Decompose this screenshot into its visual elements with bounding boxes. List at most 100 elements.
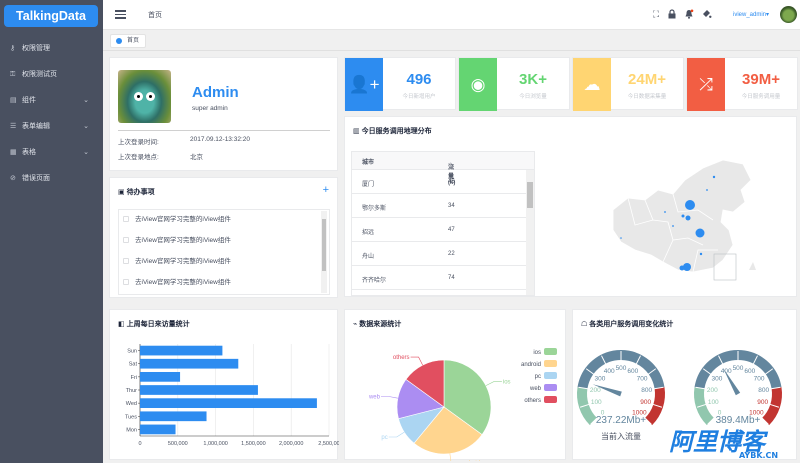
gauge-tick-label: 200 xyxy=(707,387,718,394)
todo-title: ▣ 待办事项 xyxy=(118,189,155,196)
watermark-logo: 阿里博客 AYBK.CN xyxy=(669,428,778,460)
y-tick-label: Tues xyxy=(125,414,137,420)
gauge-tick-label: 700 xyxy=(637,376,648,383)
sidebar-item-0[interactable]: ⚷ 权限管理 xyxy=(0,36,103,62)
user-add-icon: 👤+ xyxy=(345,58,383,111)
data-source-card: ⌁数据来源统计 iosandroidpcwebothersiosandroidp… xyxy=(344,309,567,461)
legend-swatch xyxy=(544,360,557,367)
slice-label: web xyxy=(368,395,381,401)
slice-label-line xyxy=(380,396,398,399)
column-city[interactable]: 城市 xyxy=(362,157,374,166)
stat-label: 今日服务调用量 xyxy=(741,94,781,100)
weekly-visits-bar-chart[interactable]: 0 500,000 1,000,000 1,500,000 2,000,000 2,500… xyxy=(110,310,339,461)
y-tick-label: Fri xyxy=(131,375,137,381)
todo-checkbox[interactable] xyxy=(123,258,129,264)
flow-cell: 45 xyxy=(448,179,455,185)
todo-item[interactable]: 去iView官网学习完整的iView组件 xyxy=(123,215,231,225)
chevron-down-icon: ▾ xyxy=(766,12,770,18)
todo-card: ▣ 待办事项 + 去iView官网学习完整的iView组件 去iView官网学习完整… xyxy=(109,177,338,298)
username-dropdown[interactable]: iview_admin▾ xyxy=(733,11,769,18)
sidebar-item-3[interactable]: ☰ 表单编辑 ⌄ xyxy=(0,114,103,140)
avatar[interactable] xyxy=(780,6,797,23)
sidebar-item-4[interactable]: ▦ 表格 ⌄ xyxy=(0,140,103,166)
todo-item[interactable]: 去iView官网学习完整的iView组件 xyxy=(123,257,231,267)
slice-label-line xyxy=(449,453,452,461)
city-flow-table: 城市 流量(k) ⇕ 厦门 45 鄂尔多斯 34 招远 47 舟山 22 齐齐哈尔 74 xyxy=(351,151,535,296)
bar-Sat xyxy=(140,358,239,369)
todo-scrollbar[interactable] xyxy=(321,211,327,293)
table-row[interactable]: 舟山 22 xyxy=(352,242,527,266)
legend-label: ios xyxy=(533,350,541,356)
city-cell: 齐齐哈尔 xyxy=(362,278,387,284)
x-tick-label: 2,500,00 xyxy=(318,441,339,447)
table-row[interactable]: 鄂尔多斯 34 xyxy=(352,194,527,218)
x-tick-label: 1,000,000 xyxy=(203,441,227,447)
sidebar-item-1[interactable]: ⚿ 权限测试页 xyxy=(0,62,103,88)
shuffle-icon: ⤮ xyxy=(687,58,725,111)
gauge-tick-label: 900 xyxy=(640,399,651,406)
data-source-pie-chart[interactable]: iosandroidpcwebothersiosandroidpcwebothe… xyxy=(345,310,567,461)
active-dot-icon xyxy=(116,38,122,44)
legend-label: pc xyxy=(535,374,541,380)
legend-swatch xyxy=(544,384,557,391)
tab-home[interactable]: 首页 xyxy=(110,34,147,48)
todo-checkbox[interactable] xyxy=(123,279,129,285)
fullscreen-icon[interactable]: ⛶ xyxy=(651,9,661,19)
x-tick-label: 500,000 xyxy=(168,441,188,447)
table-scrollbar[interactable] xyxy=(526,170,534,295)
china-map[interactable] xyxy=(573,150,773,290)
notification-bell-icon[interactable] xyxy=(684,9,694,19)
gauge-tick-label: 300 xyxy=(595,376,606,383)
sidebar-item-label: 权限管理 xyxy=(22,45,50,52)
table-row[interactable]: 招远 47 xyxy=(352,218,527,242)
gauge-tick-label: 600 xyxy=(627,368,638,375)
flow-cell: 22 xyxy=(448,251,455,257)
table-header: 城市 流量(k) ⇕ xyxy=(352,152,534,186)
chevron-down-icon: ⌄ xyxy=(83,97,89,104)
error-icon: ⊘ xyxy=(10,175,16,182)
sidebar-item-5[interactable]: ⊘ 错误页面 xyxy=(0,166,103,192)
lock-icon: ⚿ xyxy=(10,71,16,78)
bar-Sun xyxy=(140,345,223,356)
todo-text: 去iView官网学习完整的iView组件 xyxy=(135,279,231,286)
stack-icon: ▤ xyxy=(10,97,17,104)
legend-label: others xyxy=(524,398,541,404)
slice-label: pc xyxy=(381,435,387,441)
bar-Mon xyxy=(140,424,176,435)
add-todo-button[interactable]: + xyxy=(323,184,329,196)
breadcrumb[interactable]: 首页 xyxy=(148,10,162,20)
todo-checkbox[interactable] xyxy=(123,237,129,243)
geo-distribution-card: ▥ 今日服务调用地理分布 城市 流量(k) ⇕ 厦门 45 鄂尔多斯 34 招远 47 舟山 2… xyxy=(344,116,797,297)
x-tick-label: 2,000,000 xyxy=(279,441,303,447)
table-row[interactable]: 齐齐哈尔 74 xyxy=(352,266,527,290)
user-name: Admin xyxy=(192,84,239,101)
y-tick-label: Thur xyxy=(126,388,137,394)
table-row[interactable]: 厦门 45 xyxy=(352,170,527,194)
slice-label-line xyxy=(485,381,502,386)
gauge-tick-label: 900 xyxy=(757,399,768,406)
todo-checkbox[interactable] xyxy=(123,216,129,222)
y-tick-label: Mon xyxy=(126,427,137,433)
theme-paint-icon[interactable] xyxy=(702,9,712,19)
chevron-down-icon: ⌄ xyxy=(83,123,89,130)
x-tick-label: 1,500,000 xyxy=(241,441,265,447)
stat-card-1: ◉ 3K+ 今日浏览量 xyxy=(458,57,570,111)
bar-Fri xyxy=(140,371,181,382)
stat-label: 今日浏览量 xyxy=(519,94,547,100)
user-avatar xyxy=(118,70,171,123)
legend-label: android xyxy=(521,362,541,368)
sidebar-item-2[interactable]: ▤ 组件 ⌄ xyxy=(0,88,103,114)
sort-icon: ⇕ xyxy=(448,163,454,169)
last-login-place-row: 上次登录地点: 北京 xyxy=(118,154,203,161)
todo-item[interactable]: 去iView官网学习完整的iView组件 xyxy=(123,236,231,246)
todo-item[interactable]: 去iView官网学习完整的iView组件 xyxy=(123,278,231,288)
lock-screen-icon[interactable] xyxy=(667,9,677,19)
y-tick-label: Sun xyxy=(127,349,137,355)
legend-label: web xyxy=(529,386,542,392)
menu-toggle-icon[interactable] xyxy=(115,10,126,19)
todo-list: 去iView官网学习完整的iView组件 去iView官网学习完整的iView组件… xyxy=(118,209,330,295)
y-tick-label: Sat xyxy=(129,362,138,368)
map-icon: ▥ xyxy=(353,128,360,135)
gauge-tick-label: 800 xyxy=(758,387,769,394)
app-logo[interactable]: TalkingData xyxy=(4,5,98,27)
